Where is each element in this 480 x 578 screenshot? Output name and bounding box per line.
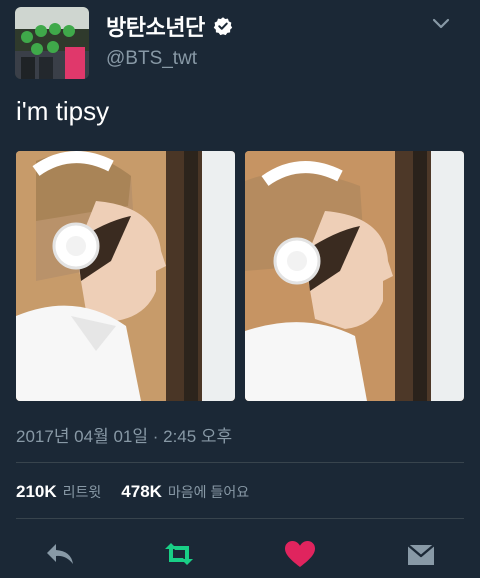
likes-count[interactable]: 478K bbox=[121, 482, 162, 502]
reply-icon[interactable] bbox=[44, 540, 76, 568]
tweet-photo-2[interactable] bbox=[245, 151, 464, 401]
divider bbox=[16, 462, 464, 463]
retweets-label[interactable]: 리트윗 bbox=[63, 482, 102, 502]
likes-label[interactable]: 마음에 들어요 bbox=[168, 482, 249, 502]
photo-image bbox=[245, 151, 464, 401]
tweet-photo-1[interactable] bbox=[16, 151, 235, 401]
retweets-count[interactable]: 210K bbox=[16, 482, 57, 502]
divider bbox=[16, 518, 464, 519]
author-handle[interactable]: @BTS_twt bbox=[106, 48, 197, 70]
chevron-down-icon[interactable] bbox=[432, 18, 450, 30]
verified-badge-icon bbox=[213, 17, 232, 36]
photo-image bbox=[16, 151, 235, 401]
avatar-image bbox=[15, 7, 89, 79]
direct-message-icon[interactable] bbox=[405, 540, 437, 568]
tweet-stats: 210K 리트윗 478K 마음에 들어요 bbox=[16, 482, 269, 502]
tweet-text: i'm tipsy bbox=[16, 96, 110, 126]
retweet-icon[interactable] bbox=[163, 540, 195, 568]
author-avatar[interactable] bbox=[15, 7, 89, 79]
heart-icon[interactable] bbox=[284, 540, 316, 568]
tweet-timestamp[interactable]: 2017년 04월 01일 · 2:45 오후 bbox=[16, 422, 232, 447]
author-name[interactable]: 방탄소년단 bbox=[106, 10, 205, 42]
author-name-row[interactable]: 방탄소년단 bbox=[106, 10, 233, 42]
